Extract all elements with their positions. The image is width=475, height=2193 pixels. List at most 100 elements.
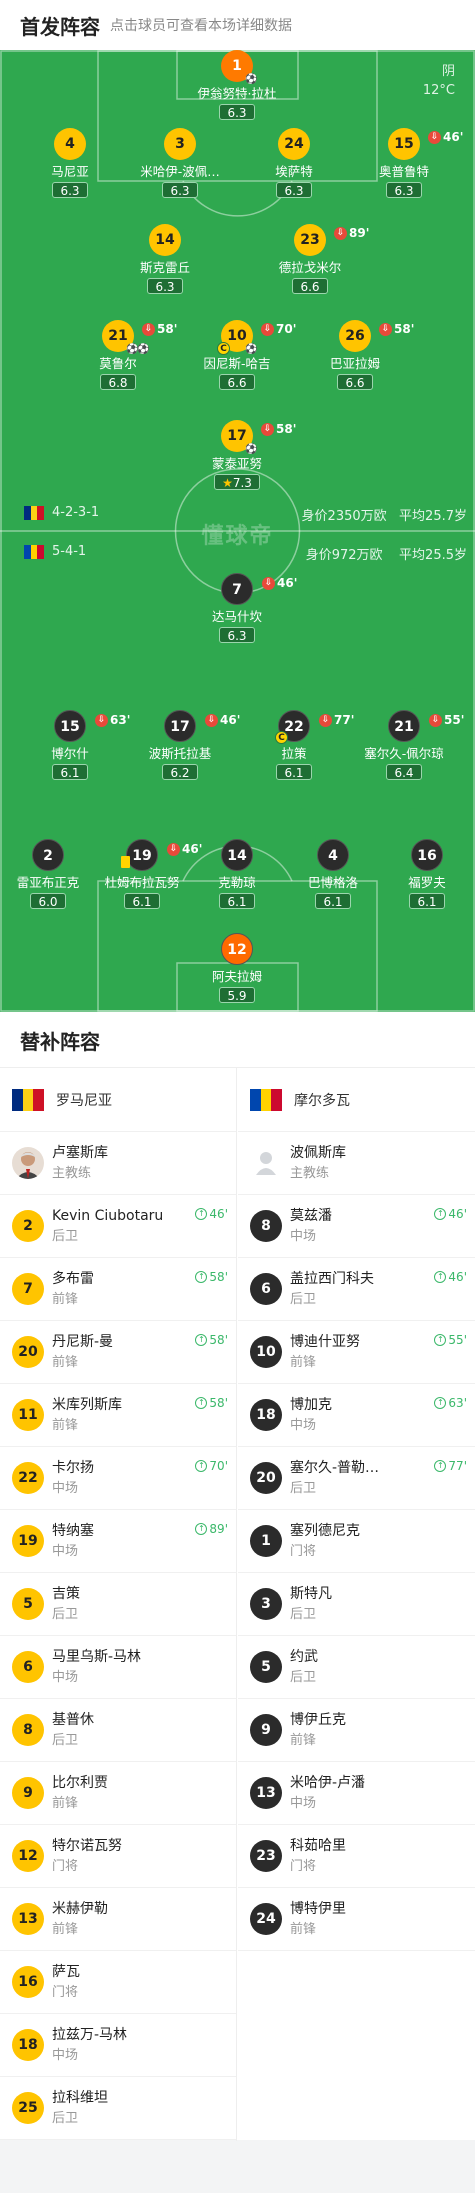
sub-out-icon: ⇩ <box>428 130 441 144</box>
sub-name: 米哈伊-卢潘 <box>290 1775 366 1791</box>
player-rating: 5.9 <box>219 987 255 1003</box>
sub-position: 后卫 <box>52 1733 79 1748</box>
away-sub-row-24[interactable]: 24 博特伊里 前锋 <box>238 1888 475 1951</box>
away-sub-row-18[interactable]: 18 博加克 中场 ↑ 63' <box>238 1384 475 1447</box>
home-sub-row-22[interactable]: 22 卡尔扬 中场 ↑ 70' <box>0 1447 236 1510</box>
sub-off-badge: ⇩ 58' <box>142 313 177 345</box>
away-player-15[interactable]: 15 ⇩ 63' 博尔什 6.1 <box>15 710 130 781</box>
away-sub-row-6[interactable]: 6 盖拉西门科夫 后卫 ↑ 46' <box>238 1258 475 1321</box>
jersey-number-label: 3 <box>175 136 185 152</box>
home-sub-row-12[interactable]: 12 特尔诺瓦努 门将 <box>0 1825 236 1888</box>
sub-out-icon: ⇩ <box>429 713 442 727</box>
home-sub-row-2[interactable]: 2 Kevin Ciubotaru 后卫 ↑ 46' <box>0 1195 236 1258</box>
away-player-14[interactable]: 14 克勒琼 6.1 <box>182 839 292 910</box>
rating-value: 6.6 <box>300 280 320 294</box>
away-player-17[interactable]: 17 ⇩ 46' 波斯托拉基 6.2 <box>125 710 240 781</box>
sub-off-badge: ⇩ 70' <box>261 313 296 345</box>
jersey-number: 23 ⇩ 89' <box>294 224 369 256</box>
away-sub-row-1[interactable]: 1 塞列德尼克 门将 <box>238 1510 475 1573</box>
sub-minute: 55' <box>444 713 465 727</box>
away-sub-row-3[interactable]: 3 斯特凡 后卫 <box>238 1573 475 1636</box>
sub-in-icon: ↑ <box>195 1334 208 1346</box>
sub-minute: 70' <box>276 322 297 336</box>
home-coach-row[interactable]: 卢塞斯库 主教练 <box>0 1132 236 1195</box>
home-sub-row-11[interactable]: 11 米库列斯库 前锋 ↑ 58' <box>0 1384 236 1447</box>
home-sub-row-7[interactable]: 7 多布雷 前锋 ↑ 58' <box>0 1258 236 1321</box>
home-sub-row-8[interactable]: 8 基普休 后卫 <box>0 1699 236 1762</box>
sub-in-icon: ↑ <box>195 1460 208 1472</box>
away-player-22[interactable]: 22 ⇩ 77' C 拉策 6.1 <box>239 710 354 781</box>
home-market-value: 身价2350万欧 <box>301 509 387 524</box>
sub-position: 前锋 <box>52 1418 79 1433</box>
away-coach-row[interactable]: 波佩斯库 主教练 <box>238 1132 475 1195</box>
away-sub-row-8[interactable]: 8 莫兹潘 中场 ↑ 46' <box>238 1195 475 1258</box>
home-player-23[interactable]: 23 ⇩ 89' 德拉戈米尔 6.6 <box>255 224 369 295</box>
jersey-number: 17 ⇩ 46' <box>164 710 240 742</box>
home-sub-row-5[interactable]: 5 吉策 后卫 <box>0 1573 236 1636</box>
rating-value: 6.3 <box>284 184 304 198</box>
home-sub-row-19[interactable]: 19 特纳塞 中场 ↑ 89' <box>0 1510 236 1573</box>
away-sub-row-13[interactable]: 13 米哈伊-卢潘 中场 <box>238 1762 475 1825</box>
sub-name: 塞列德尼克 <box>290 1523 360 1539</box>
player-name: 伊翁努特·拉杜 <box>197 86 277 101</box>
rating-value: 6.3 <box>227 629 247 643</box>
away-sub-row-5[interactable]: 5 约武 后卫 <box>238 1636 475 1699</box>
home-sub-row-13[interactable]: 13 米赫伊勒 前锋 <box>0 1888 236 1951</box>
away-coach-name: 波佩斯库 <box>290 1145 346 1161</box>
home-player-26[interactable]: 26 ⇩ 58' 巴亚拉姆 6.6 <box>300 320 414 391</box>
sub-off-badge: ⇩ 89' <box>334 217 369 249</box>
rating-value: 6.1 <box>417 895 437 909</box>
sub-position: 中场 <box>52 1670 79 1685</box>
coach-avatar-placeholder-icon <box>250 1147 282 1179</box>
substitutes-title: 替补阵容 <box>20 1030 100 1054</box>
home-player-4[interactable]: 4 马尼亚 6.3 <box>15 128 125 199</box>
home-sub-row-6[interactable]: 6 马里乌斯-马林 中场 <box>0 1636 236 1699</box>
goal-ball-icon: ⚽ <box>245 444 258 455</box>
home-sub-row-16[interactable]: 16 萨瓦 门将 <box>0 1951 236 2014</box>
home-coach-role: 主教练 <box>52 1166 92 1181</box>
away-player-12[interactable]: 12 阿夫拉姆 5.9 <box>182 933 292 1004</box>
sub-number: 8 <box>250 1210 282 1242</box>
sub-in-icon: ↑ <box>434 1397 447 1409</box>
away-sub-row-9[interactable]: 9 博伊丘克 前锋 <box>238 1699 475 1762</box>
away-sub-row-20[interactable]: 20 塞尔久-普勒… 后卫 ↑ 77' <box>238 1447 475 1510</box>
away-player-21[interactable]: 21 ⇩ 55' 塞尔久-佩尔琼 6.4 <box>349 710 464 781</box>
home-player-21[interactable]: 21 ⇩ 58' ⚽ ⚽ 莫鲁尔 6.8 <box>63 320 177 391</box>
home-player-17[interactable]: 17 ⇩ 58' ⚽ 蒙泰亚努 ★7.3 <box>182 420 296 491</box>
sub-minute: 89' <box>349 226 370 240</box>
goal-ball-icon: ⚽ <box>245 344 258 355</box>
sub-position: 中场 <box>52 1544 79 1559</box>
home-avg-age: 平均25.7岁 <box>399 509 467 524</box>
away-sub-row-23[interactable]: 23 科茹哈里 门将 <box>238 1825 475 1888</box>
sub-out-icon: ⇩ <box>261 422 274 436</box>
home-player-3[interactable]: 3 米哈伊-波佩… 6.3 <box>125 128 235 199</box>
home-sub-row-20[interactable]: 20 丹尼斯-曼 前锋 ↑ 58' <box>0 1321 236 1384</box>
sub-number: 24 <box>250 1903 282 1935</box>
lineup-header: 首发阵容 点击球员可查看本场详细数据 <box>0 0 475 50</box>
home-player-1[interactable]: 1 ⚽ 伊翁努特·拉杜 6.3 <box>182 50 292 121</box>
home-sub-row-25[interactable]: 25 拉科维坦 后卫 <box>0 2077 236 2140</box>
away-player-16[interactable]: 16 福罗夫 6.1 <box>372 839 475 910</box>
player-name: 杜姆布拉瓦努 <box>104 875 180 890</box>
away-sub-row-10[interactable]: 10 博迪什亚努 前锋 ↑ 55' <box>238 1321 475 1384</box>
home-team-header[interactable]: 罗马尼亚 <box>0 1068 236 1132</box>
away-player-19[interactable]: 19 ⇩ 46' 杜姆布拉瓦努 6.1 <box>87 839 202 910</box>
player-name: 莫鲁尔 <box>99 356 137 371</box>
sub-off-badge: ⇩ 58' <box>261 413 296 445</box>
player-rating: 6.2 <box>162 764 198 780</box>
weather-temp: 12°C <box>422 83 455 98</box>
home-sub-row-18[interactable]: 18 拉兹万-马林 中场 <box>0 2014 236 2077</box>
sub-name: 萨瓦 <box>52 1964 80 1980</box>
jersey-number-label: 21 <box>108 328 128 344</box>
home-player-14[interactable]: 14 斯克雷丘 6.3 <box>110 224 220 295</box>
jersey-number-label: 17 <box>170 719 190 735</box>
rating-value: 6.8 <box>108 376 128 390</box>
home-player-10[interactable]: 10 ⇩ 70' C ⚽ 因尼斯-哈吉 6.6 <box>182 320 296 391</box>
home-sub-row-9[interactable]: 9 比尔利贾 前锋 <box>0 1762 236 1825</box>
player-name: 阿夫拉姆 <box>211 969 262 984</box>
home-player-15[interactable]: 15 ⇩ 46' 奥普鲁特 6.3 <box>349 128 463 199</box>
away-team-header[interactable]: 摩尔多瓦 <box>238 1068 475 1132</box>
away-player-7[interactable]: 7 ⇩ 46' 达马什坎 6.3 <box>182 573 297 644</box>
sub-out-icon: ⇩ <box>262 576 275 590</box>
home-player-24[interactable]: 24 埃萨特 6.3 <box>239 128 349 199</box>
